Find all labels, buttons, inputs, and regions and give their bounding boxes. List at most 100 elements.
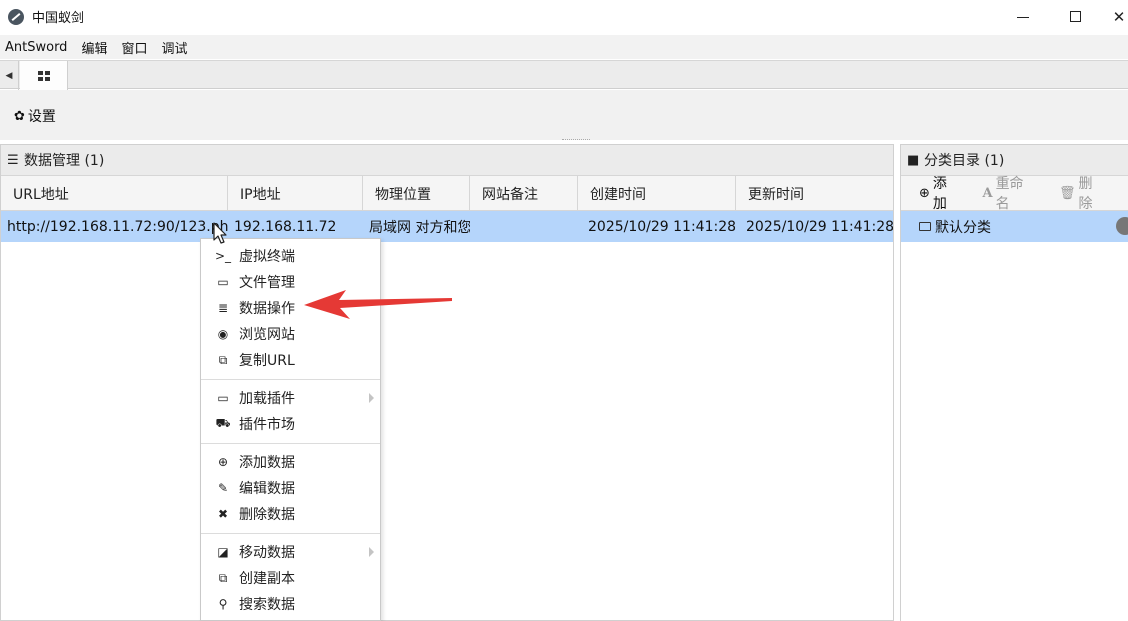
font-icon: A (982, 185, 993, 201)
menu-edit-data[interactable]: ✎ 编辑数据 (201, 475, 380, 501)
list-icon: ☰ (7, 152, 19, 168)
table-row[interactable]: http://192.168.11.72:90/123.php 192.168.… (1, 211, 893, 242)
copy-icon: ⧉ (218, 352, 228, 367)
menu-divider (201, 379, 380, 380)
antsword-logo-icon (8, 8, 24, 25)
category-panel: ■ 分类目录 (1) ⊕ 添加 A 重命名 🗑 删除 默认分类 (900, 144, 1128, 621)
data-panel-header: ☰ 数据管理 (1) (1, 145, 893, 176)
add-category-button[interactable]: ⊕ 添加 (919, 173, 960, 213)
close-button[interactable]: ✕ (1104, 0, 1128, 33)
menu-database-operation-label: 数据操作 (239, 301, 295, 317)
menu-load-plugin[interactable]: ▭ 加载插件 (201, 385, 380, 411)
cell-note (470, 211, 578, 242)
table-header: URL地址 IP地址 物理位置 网站备注 创建时间 更新时间 (1, 176, 893, 211)
column-ip[interactable]: IP地址 (228, 176, 363, 211)
window-title: 中国蚁剑 (32, 11, 85, 26)
rename-category-button[interactable]: A 重命名 (982, 173, 1037, 213)
tab-scroll-left-button[interactable]: ◀ (0, 61, 19, 90)
menu-virtual-terminal[interactable]: >_ 虚拟终端 (201, 243, 380, 269)
menu-delete-data[interactable]: ✖ 删除数据 (201, 501, 380, 527)
column-note[interactable]: 网站备注 (470, 176, 578, 211)
tab-home[interactable] (20, 61, 68, 90)
category-panel-header: ■ 分类目录 (1) (901, 145, 1128, 176)
submenu-arrow-icon (369, 393, 374, 403)
cell-created: 2025/10/29 11:41:28 (588, 218, 736, 235)
menu-browse-site[interactable]: ◉ 浏览网站 (201, 321, 380, 347)
count-badge (1116, 217, 1128, 235)
annotation-arrow (304, 290, 452, 319)
data-management-panel: ☰ 数据管理 (1) URL地址 IP地址 物理位置 网站备注 创建时间 更新时… (0, 144, 894, 621)
column-url[interactable]: URL地址 (1, 176, 228, 211)
menu-move-data-label: 移动数据 (239, 545, 295, 561)
folder-icon: ■ (907, 152, 920, 168)
add-category-label: 添加 (932, 176, 947, 212)
share-icon: ◪ (217, 545, 229, 559)
plus-circle-icon: ⊕ (217, 455, 229, 469)
menu-delete-data-label: 删除数据 (239, 507, 295, 523)
menu-copy-url[interactable]: ⧉ 复制URL (201, 347, 380, 373)
category-panel-title: 分类目录 (1) (924, 153, 1005, 169)
menu-bar: AntSword 编辑 窗口 调试 (0, 35, 1128, 59)
category-toolbar: ⊕ 添加 A 重命名 🗑 删除 (901, 173, 1128, 213)
menu-plugin-market-label: 插件市场 (239, 417, 295, 433)
submenu-arrow-icon (369, 547, 374, 557)
menu-divider (201, 533, 380, 534)
menu-window[interactable]: 窗口 (121, 38, 147, 57)
menu-plugin-market[interactable]: ⛟ 插件市场 (201, 411, 380, 437)
database-icon: ≣ (217, 301, 229, 315)
data-panel-title: 数据管理 (1) (24, 153, 105, 169)
menu-create-copy[interactable]: ⧉ 创建副本 (201, 565, 380, 591)
menu-add-data[interactable]: ⊕ 添加数据 (201, 449, 380, 475)
chrome-icon: ◉ (217, 327, 229, 341)
menu-load-plugin-label: 加载插件 (239, 391, 295, 407)
maximize-icon (1069, 11, 1081, 22)
copy-icon: ⧉ (218, 570, 228, 585)
menu-add-data-label: 添加数据 (239, 455, 295, 471)
folder-outline-icon (919, 222, 931, 231)
main-toolbar: ✿ 设置 (0, 90, 1128, 140)
plus-circle-icon: ⊕ (919, 185, 930, 201)
menu-edit[interactable]: 编辑 (81, 38, 107, 57)
mouse-cursor-icon (213, 222, 227, 244)
menu-edit-data-label: 编辑数据 (239, 481, 295, 497)
menu-antsword[interactable]: AntSword (5, 40, 67, 55)
cell-updated: 2025/10/29 11:41:28 (746, 218, 893, 235)
menu-search-data-label: 搜索数据 (239, 597, 295, 613)
column-updated[interactable]: 更新时间 (736, 176, 893, 211)
menu-debug[interactable]: 调试 (161, 38, 187, 57)
minimize-button[interactable] (1000, 0, 1046, 33)
category-item-label: 默认分类 (935, 219, 991, 236)
menu-move-data[interactable]: ◪ 移动数据 (201, 539, 380, 565)
column-location[interactable]: 物理位置 (363, 176, 470, 211)
category-item[interactable]: 默认分类 (901, 211, 1128, 242)
edit-icon: ✎ (217, 481, 229, 495)
grid-icon (37, 70, 50, 81)
settings-label: 设置 (27, 109, 56, 125)
title-bar: 中国蚁剑 ✕ (0, 0, 1128, 33)
cell-url: http://192.168.11.72:90/123.php (7, 218, 228, 235)
delete-category-button[interactable]: 🗑 删除 (1059, 173, 1106, 213)
cart-icon: ⛟ (215, 416, 231, 430)
search-icon: ⚲ (218, 597, 228, 611)
settings-button[interactable]: ✿ 设置 (14, 106, 56, 126)
rename-category-label: 重命名 (995, 176, 1024, 212)
terminal-icon: >_ (215, 249, 232, 263)
tab-strip: ◀ (0, 60, 1128, 90)
trash-icon: 🗑 (1058, 185, 1076, 201)
splitter-handle[interactable] (562, 139, 590, 141)
menu-browse-site-label: 浏览网站 (239, 327, 295, 343)
folder-icon: ▭ (217, 275, 229, 289)
watermark: 298604 (560, 278, 632, 299)
menu-copy-url-label: 复制URL (239, 353, 295, 369)
close-icon: ✕ (1112, 7, 1126, 26)
folder-icon: ▭ (217, 391, 229, 405)
minimize-icon (1017, 17, 1029, 18)
close-icon: ✖ (217, 507, 229, 521)
menu-search-data[interactable]: ⚲ 搜索数据 (201, 591, 380, 617)
maximize-button[interactable] (1052, 0, 1098, 33)
menu-divider (201, 443, 380, 444)
menu-create-copy-label: 创建副本 (239, 571, 295, 587)
gear-icon: ✿ (14, 108, 25, 124)
delete-category-label: 删除 (1078, 176, 1093, 212)
column-created[interactable]: 创建时间 (578, 176, 736, 211)
